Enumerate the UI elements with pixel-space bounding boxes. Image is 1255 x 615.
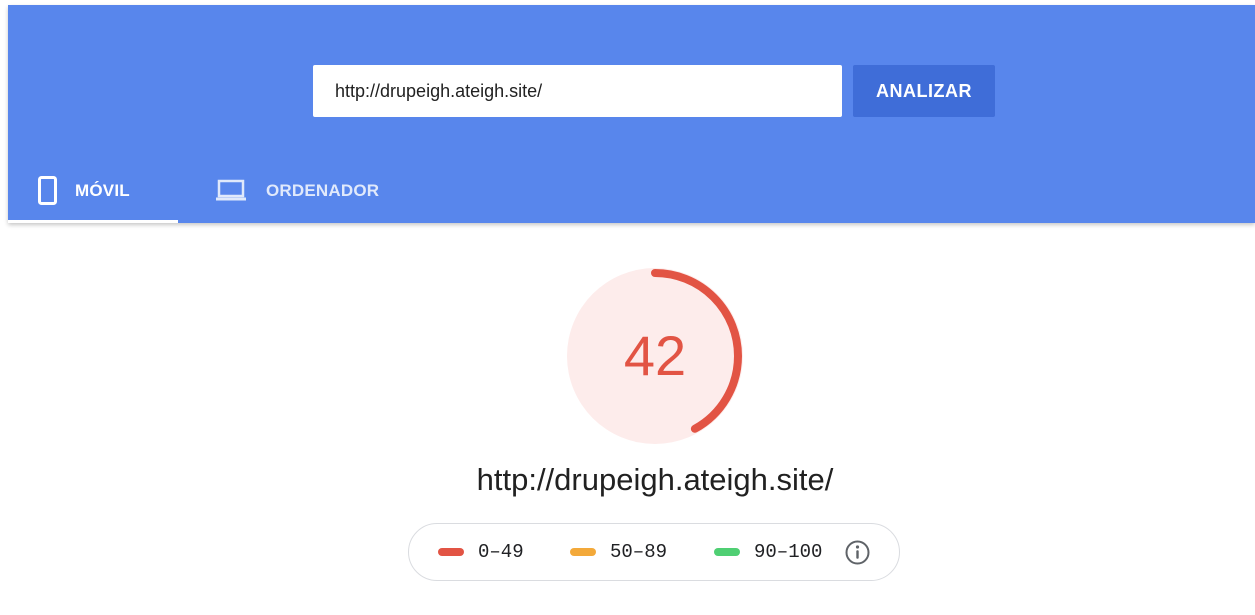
poor-score-marker	[438, 548, 464, 556]
analyze-button[interactable]: ANALIZAR	[853, 65, 995, 117]
good-score-marker	[714, 548, 740, 556]
device-tabs: MÓVIL ORDENADOR	[8, 157, 508, 223]
legend-range: 50–89	[610, 541, 668, 563]
legend-range: 90–100	[754, 541, 823, 563]
tab-desktop[interactable]: ORDENADOR	[214, 157, 414, 223]
score-legend: 0–49 50–89 90–100	[408, 523, 900, 581]
url-input[interactable]	[313, 65, 842, 117]
tab-mobile-label: MÓVIL	[75, 180, 130, 200]
average-score-marker	[570, 548, 596, 556]
page: ANALIZAR MÓVIL ORDENADOR	[0, 0, 1255, 615]
performance-score: 42	[623, 324, 687, 387]
laptop-icon	[214, 178, 248, 202]
smartphone-icon	[38, 175, 57, 205]
legend-item-good: 90–100	[714, 524, 822, 580]
tab-mobile[interactable]: MÓVIL	[8, 157, 178, 223]
tab-desktop-label: ORDENADOR	[266, 180, 380, 200]
info-icon[interactable]	[844, 539, 871, 566]
analyzer-header: ANALIZAR MÓVIL ORDENADOR	[8, 5, 1255, 223]
tested-url: http://drupeigh.ateigh.site/	[476, 462, 834, 497]
legend-range: 0–49	[478, 541, 524, 563]
legend-item-poor: 0–49	[438, 524, 524, 580]
selected-tab-indicator	[8, 220, 178, 223]
legend-item-average: 50–89	[570, 524, 667, 580]
performance-score-gauge: 42	[567, 268, 743, 444]
